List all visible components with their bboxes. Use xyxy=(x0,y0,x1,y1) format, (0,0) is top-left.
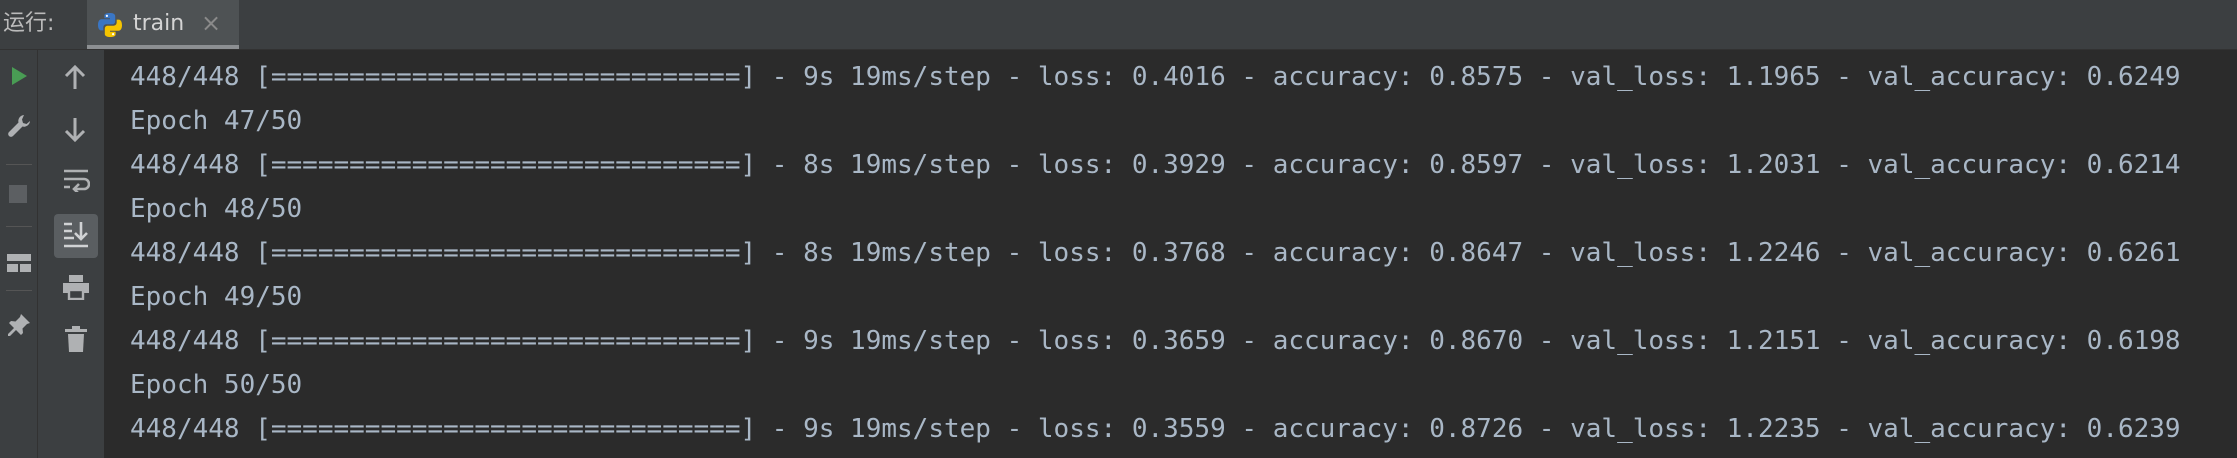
console-line: Epoch 49/50 xyxy=(130,282,303,312)
console-line: 448/448 [==============================]… xyxy=(130,150,2181,180)
tab-label: train xyxy=(133,11,185,36)
console-toolbar xyxy=(38,50,105,458)
console-line: 448/448 [==============================]… xyxy=(130,414,2181,444)
arrow-down-icon[interactable] xyxy=(64,116,86,142)
console-line: Epoch 50/50 xyxy=(130,370,303,400)
soft-wrap-icon[interactable] xyxy=(62,168,90,192)
run-toolbar xyxy=(0,50,38,458)
close-icon[interactable]: × xyxy=(201,8,221,38)
console-line: Epoch 48/50 xyxy=(130,194,303,224)
run-tool-window-header: 运行: train × xyxy=(0,0,2237,50)
toolbar-separator xyxy=(6,226,32,227)
arrow-up-icon[interactable] xyxy=(64,65,86,91)
toolbar-separator xyxy=(6,290,32,291)
trash-icon[interactable] xyxy=(63,325,89,353)
console-line: 448/448 [==============================]… xyxy=(130,326,2181,356)
toolbar-separator xyxy=(6,164,32,165)
console-line: 448/448 [==============================]… xyxy=(130,238,2181,268)
run-label: 运行: xyxy=(3,11,55,36)
scroll-to-end-icon[interactable] xyxy=(62,220,90,250)
console-line: 448/448 [==============================]… xyxy=(130,62,2181,92)
active-tab-indicator xyxy=(87,45,239,49)
run-icon[interactable] xyxy=(8,65,30,87)
console-scrollbar[interactable] xyxy=(2230,50,2237,458)
layout-icon[interactable] xyxy=(6,253,32,273)
pin-icon[interactable] xyxy=(6,312,32,338)
wrench-icon[interactable] xyxy=(6,113,32,139)
print-icon[interactable] xyxy=(62,274,90,300)
stop-icon[interactable] xyxy=(8,184,28,204)
tab-train[interactable]: train × xyxy=(87,0,239,49)
console-line: Epoch 47/50 xyxy=(130,106,303,136)
console-output[interactable]: 448/448 [==============================]… xyxy=(104,50,2237,458)
python-icon xyxy=(98,13,122,37)
